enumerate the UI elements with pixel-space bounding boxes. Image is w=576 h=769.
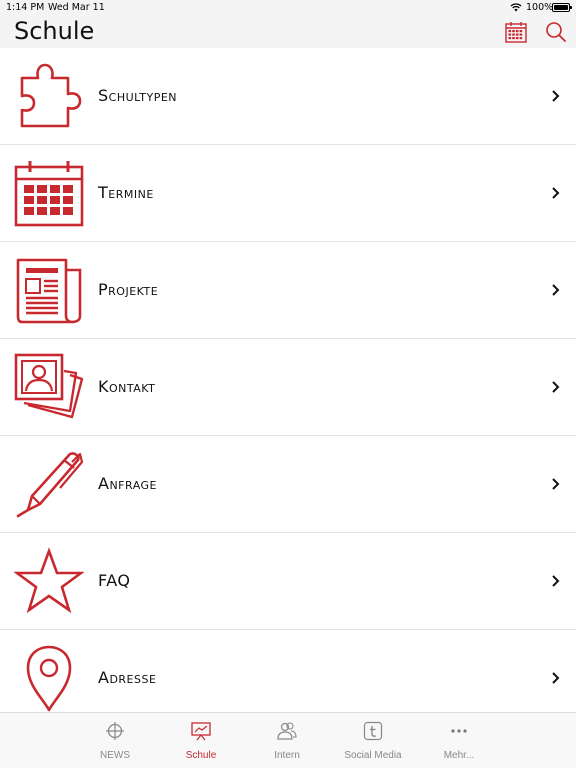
list-item-kontakt[interactable]: Kontakt — [0, 339, 576, 436]
item-label: Adresse — [98, 668, 157, 687]
item-label: FAQ — [98, 571, 131, 590]
tab-label: Social Media — [344, 750, 402, 761]
chevron-right-icon — [551, 88, 561, 102]
list-item-faq[interactable]: FAQ — [0, 533, 576, 630]
search-button[interactable] — [544, 20, 568, 44]
pen-icon — [14, 450, 84, 518]
calendar-icon — [505, 22, 527, 43]
item-label: Kontakt — [98, 377, 156, 396]
wifi-icon — [510, 2, 522, 15]
page-title: Schule — [14, 17, 95, 45]
chevron-right-icon — [551, 670, 561, 684]
tab-news[interactable]: NEWS — [72, 713, 158, 769]
tab-bar: NEWS Schule Intern Social Media Mehr... — [0, 712, 576, 768]
crosshair-icon — [105, 721, 125, 741]
tab-label: Intern — [274, 750, 300, 761]
calendar-icon — [14, 159, 84, 227]
presentation-icon — [191, 721, 211, 741]
more-icon — [449, 721, 469, 741]
tab-schule[interactable]: Schule — [158, 713, 244, 769]
tab-more[interactable]: Mehr... — [416, 713, 502, 769]
list-item-schultypen[interactable]: Schultypen — [0, 48, 576, 145]
item-label: Schultypen — [98, 86, 178, 105]
newspaper-icon — [14, 256, 84, 324]
battery-icon — [552, 3, 572, 12]
tab-label: NEWS — [100, 750, 130, 761]
status-bar: 1:14 PM Wed Mar 11 100% — [0, 0, 576, 16]
list-item-anfrage[interactable]: Anfrage — [0, 436, 576, 533]
status-time: 1:14 PM — [6, 2, 45, 13]
photos-contact-icon — [14, 353, 84, 421]
status-date: Wed Mar 11 — [48, 2, 105, 13]
chevron-right-icon — [551, 573, 561, 587]
list-item-termine[interactable]: Termine — [0, 145, 576, 242]
menu-list: Schultypen Termine Projekte Kontakt Anfr… — [0, 48, 576, 726]
tab-label: Schule — [185, 750, 217, 761]
tab-label: Mehr... — [443, 750, 475, 761]
battery-percentage: 100% — [526, 2, 554, 13]
puzzle-icon — [14, 62, 84, 130]
star-icon — [13, 547, 85, 615]
chevron-right-icon — [551, 476, 561, 490]
list-item-projekte[interactable]: Projekte — [0, 242, 576, 339]
tumblr-icon — [363, 721, 383, 741]
chevron-right-icon — [551, 379, 561, 393]
calendar-button[interactable] — [504, 20, 528, 44]
tab-social-media[interactable]: Social Media — [330, 713, 416, 769]
map-pin-icon — [14, 644, 84, 712]
item-label: Anfrage — [98, 474, 158, 493]
item-label: Projekte — [98, 280, 159, 299]
item-label: Termine — [98, 183, 154, 202]
users-icon — [277, 721, 297, 741]
chevron-right-icon — [551, 185, 561, 199]
tab-intern[interactable]: Intern — [244, 713, 330, 769]
navigation-bar: Schule — [0, 16, 576, 48]
search-icon — [546, 22, 566, 42]
chevron-right-icon — [551, 282, 561, 296]
